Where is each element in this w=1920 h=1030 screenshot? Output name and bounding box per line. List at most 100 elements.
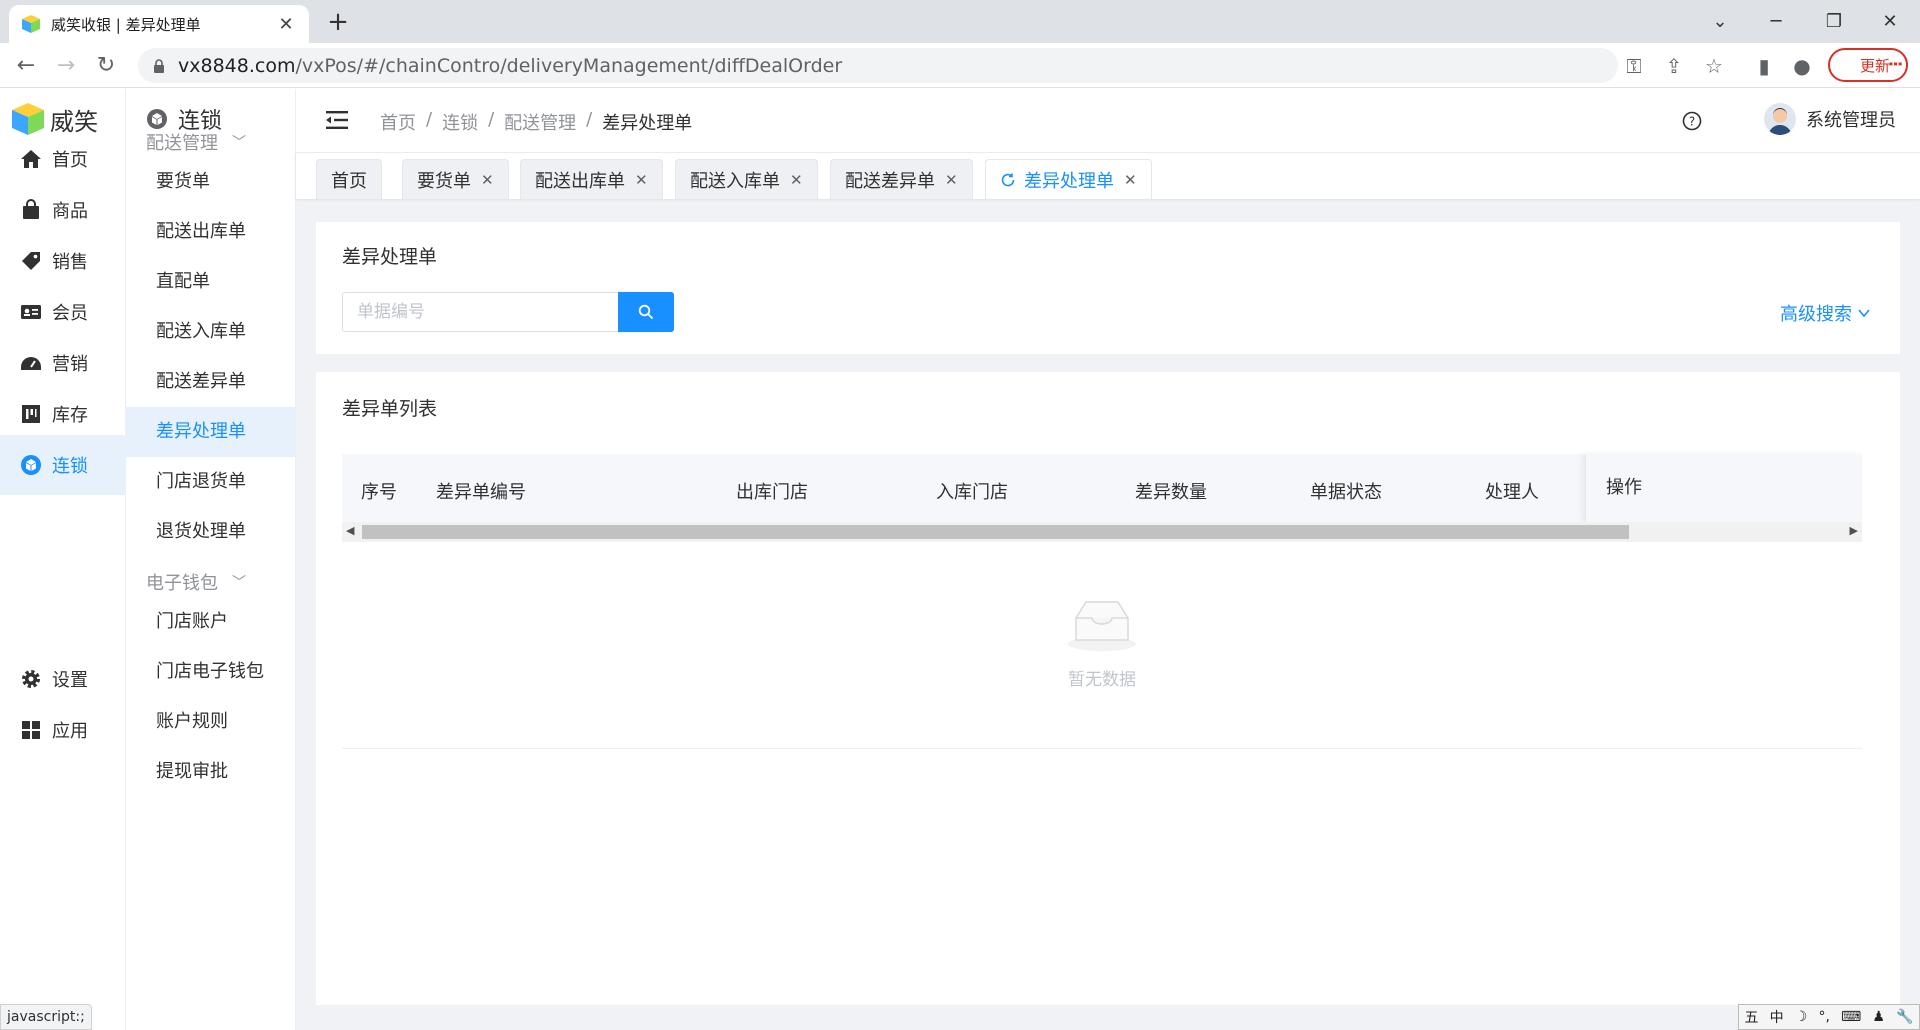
close-window-button[interactable]: ✕ [1862, 0, 1918, 43]
search-card-title: 差异处理单 [342, 246, 438, 268]
tag-view-item[interactable]: 要货单 ✕ [402, 159, 509, 199]
user-menu[interactable]: 系统管理员 [1764, 103, 1896, 135]
scroll-right-icon[interactable]: ▶ [1850, 524, 1858, 537]
breadcrumb-item[interactable]: 配送管理 [504, 109, 576, 135]
sub-menu-item[interactable]: 差异处理单 [126, 407, 296, 457]
column-header: 差异单编号 [436, 482, 526, 503]
reload-button[interactable]: ↻ [90, 49, 122, 81]
profile-icon[interactable]: ● [1788, 52, 1816, 80]
share-icon[interactable]: ⇪ [1660, 52, 1688, 80]
tag-icon [20, 250, 42, 272]
sub-menu-item[interactable]: 配送入库单 [126, 307, 296, 357]
close-tab-icon[interactable]: ✕ [275, 14, 297, 35]
close-tag-icon[interactable]: ✕ [635, 171, 648, 189]
rail-item-label: 库存 [52, 405, 88, 426]
scrollbar-thumb[interactable] [362, 525, 1629, 539]
user-name: 系统管理员 [1806, 110, 1896, 131]
breadcrumb-item[interactable]: 首页 [380, 109, 416, 135]
back-button[interactable]: ← [10, 49, 42, 81]
rail-item[interactable]: 应用 [0, 700, 126, 760]
refresh-icon[interactable] [1000, 172, 1016, 188]
order-number-input[interactable] [342, 292, 618, 332]
svg-text:?: ? [1689, 115, 1695, 129]
chevron-down-icon: ﹀ [232, 135, 246, 151]
breadcrumb-item[interactable]: 连锁 [442, 109, 478, 135]
ime-button[interactable]: ♟ [1872, 1009, 1885, 1025]
column-header: 出库门店 [736, 482, 808, 503]
sub-menu-item[interactable]: 账户规则 [126, 697, 296, 747]
sub-menu-item[interactable]: 配送出库单 [126, 207, 296, 257]
sub-menu-item[interactable]: 退货处理单 [126, 507, 296, 557]
ime-toolbar: 五中 ☽ °, ⌨ ♟ 🔧 [1738, 1004, 1920, 1030]
column-header: 入库门店 [936, 482, 1008, 503]
tag-view-item[interactable]: 差异处理单 ✕ [985, 159, 1152, 199]
sub-menu-item[interactable]: 门店退货单 [126, 457, 296, 507]
column-header: 差异数量 [1135, 482, 1207, 503]
key-icon[interactable]: ⚿ [1620, 52, 1648, 80]
ime-button[interactable]: 中 [1770, 1007, 1784, 1027]
empty-box-icon [1068, 601, 1136, 651]
tag-label: 配送出库单 [535, 170, 625, 192]
close-tag-icon[interactable]: ✕ [945, 171, 958, 189]
tag-view-item[interactable]: 配送差异单 ✕ [830, 159, 973, 199]
forward-button[interactable]: → [50, 49, 82, 81]
breadcrumb-item: 差异处理单 [602, 113, 693, 134]
sub-menu-item[interactable]: 配送差异单 [126, 357, 296, 407]
apps-icon [20, 719, 42, 741]
omnibox[interactable]: vx8848.com/vxPos/#/chainContro/deliveryM… [138, 48, 1618, 83]
collapse-menu-icon[interactable] [324, 107, 350, 133]
ime-button[interactable]: 五 [1745, 1007, 1759, 1027]
search-button[interactable] [618, 292, 674, 332]
tab-search-icon[interactable]: ⌄ [1692, 0, 1748, 43]
update-button[interactable]: 更新 ⋮ [1828, 48, 1908, 82]
ime-button[interactable]: °, [1818, 1009, 1829, 1025]
breadcrumb-separator: / [586, 109, 593, 130]
scroll-left-icon[interactable]: ◀ [346, 524, 354, 537]
star-icon[interactable]: ☆ [1700, 52, 1728, 80]
menu-group[interactable]: 配送管理 ﹀ [146, 129, 246, 155]
table-header: 序号 差异单编号 出库门店 入库门店 差异数量 单据状态 处理人 操作 [342, 454, 1862, 522]
breadcrumb-separator: / [426, 109, 433, 130]
dashboard-icon [20, 352, 42, 374]
advanced-search-link[interactable]: 高级搜索 [1780, 300, 1870, 326]
close-tag-icon[interactable]: ✕ [1124, 171, 1137, 189]
empty-text: 暂无数据 [1068, 670, 1136, 690]
horizontal-scrollbar[interactable]: ◀ ▶ [342, 522, 1862, 542]
tags-view: 首页 要货单 ✕ 配送出库单 ✕ 配送入库单 ✕ 配送差异单 ✕ 差异处理单 ✕ [296, 153, 1920, 199]
sub-menu-item[interactable]: 直配单 [126, 257, 296, 307]
tag-view-item[interactable]: 配送入库单 ✕ [675, 159, 818, 199]
tag-view-item[interactable]: 首页 [316, 159, 382, 199]
member-card-icon [20, 301, 42, 323]
search-card: 差异处理单 高级搜索 [316, 222, 1900, 354]
chain-icon [147, 109, 167, 129]
column-header: 处理人 [1485, 482, 1539, 503]
sub-menu-item[interactable]: 门店电子钱包 [126, 647, 296, 697]
sub-menu-item[interactable]: 门店账户 [126, 597, 296, 647]
restore-button[interactable]: ❐ [1806, 0, 1862, 43]
ime-button[interactable]: 🔧 [1896, 1009, 1913, 1025]
minimize-button[interactable]: ─ [1748, 0, 1804, 43]
column-header-actions: 操作 [1585, 454, 1862, 522]
menu-group[interactable]: 电子钱包 ﹀ [146, 569, 246, 595]
sub-menu-item[interactable]: 要货单 [126, 157, 296, 207]
inventory-icon [20, 403, 42, 425]
rail-item-label: 设置 [52, 670, 88, 691]
ime-button[interactable]: ☽ [1795, 1009, 1808, 1025]
close-tag-icon[interactable]: ✕ [790, 171, 803, 189]
ime-button[interactable]: ⌨ [1841, 1009, 1861, 1025]
browser-tab-strip: 威笑收银 | 差异处理单 ✕ + ⌄ ─ ❐ ✕ [0, 0, 1920, 43]
rail-item[interactable]: 连锁 [0, 435, 126, 495]
menu-dots-icon: ⋮ [1886, 56, 1905, 72]
help-icon[interactable]: ? [1682, 111, 1702, 131]
close-tag-icon[interactable]: ✕ [481, 171, 494, 189]
tag-label: 配送差异单 [845, 170, 935, 192]
side-panel-icon[interactable]: ▮ [1750, 52, 1778, 80]
menu-group-label: 配送管理 [146, 133, 218, 154]
new-tab-button[interactable]: + [322, 6, 354, 38]
search-icon [638, 304, 654, 320]
avatar [1764, 103, 1796, 135]
gear-icon [20, 668, 42, 690]
sub-menu-item[interactable]: 提现审批 [126, 747, 296, 797]
tag-view-item[interactable]: 配送出库单 ✕ [520, 159, 663, 199]
browser-tab[interactable]: 威笑收银 | 差异处理单 ✕ [9, 5, 309, 43]
